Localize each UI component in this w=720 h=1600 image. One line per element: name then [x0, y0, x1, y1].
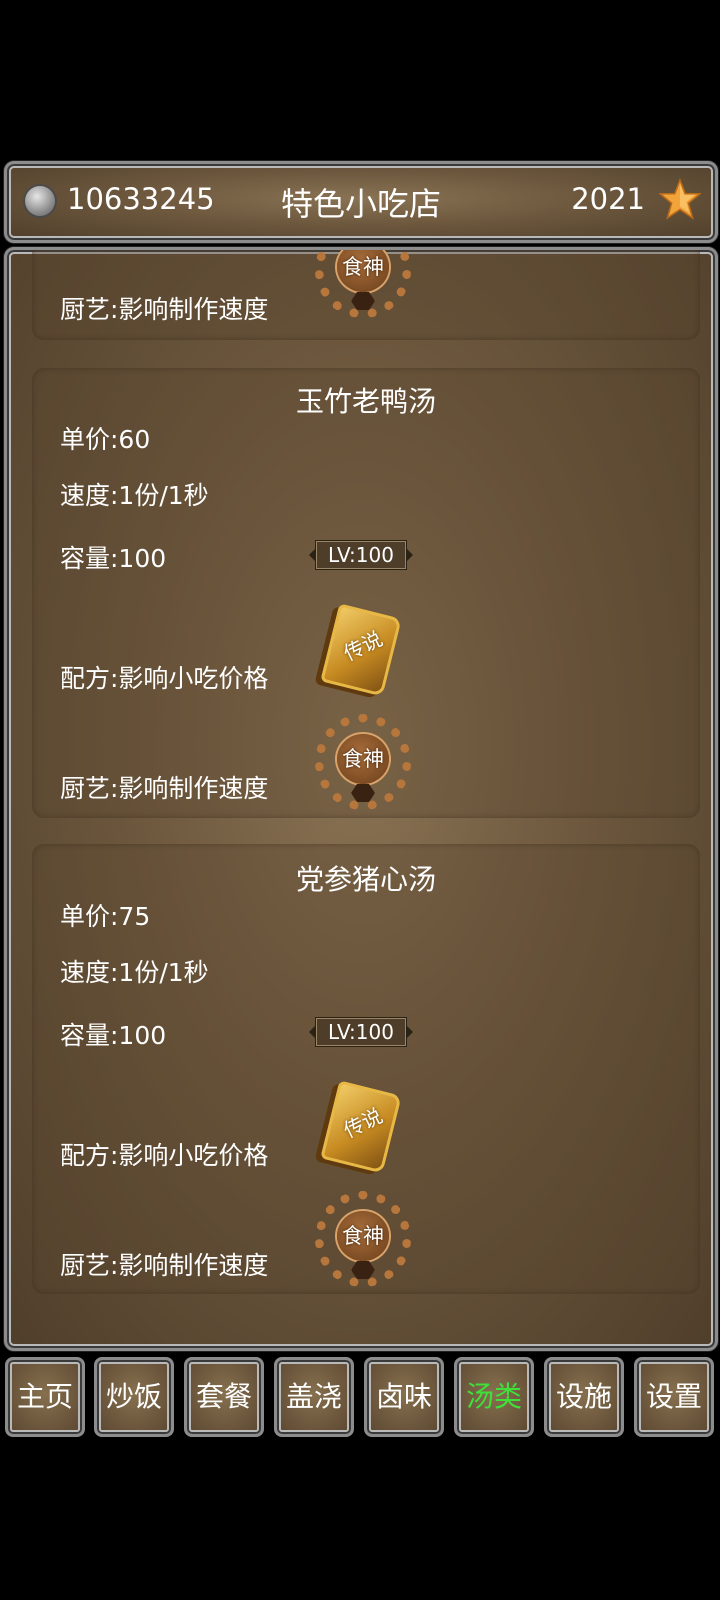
recipe-text: 配方:影响小吃价格 — [60, 664, 269, 693]
nav-tab-settings[interactable]: 设置 — [634, 1357, 714, 1437]
chef-wreath-badge: 食神 — [315, 250, 411, 318]
star-icon — [659, 178, 701, 220]
speed-text: 速度:1份/1秒 — [60, 958, 209, 987]
nav-tab-home[interactable]: 主页 — [5, 1357, 85, 1437]
legend-recipe-book-icon[interactable]: 传说 — [320, 1080, 402, 1174]
nav-tab-soup[interactable]: 汤类 — [454, 1357, 534, 1437]
price-text: 单价:75 — [60, 902, 151, 931]
soup-name: 党参猪心汤 — [295, 863, 436, 896]
nav-tab-rice-bowl[interactable]: 盖浇 — [274, 1357, 354, 1437]
chef-badge-label: 食神 — [342, 747, 384, 771]
level-badge[interactable]: LV:100 — [309, 540, 413, 570]
soup-card: 玉竹老鸭汤 单价:60 速度:1份/1秒 容量:100 LV:100 配方:影响… — [32, 368, 700, 818]
chef-wreath-badge[interactable]: 食神 — [315, 714, 411, 810]
chef-badge-label: 食神 — [342, 255, 384, 279]
chef-badge-label: 食神 — [342, 1224, 384, 1248]
capacity-text: 容量:100 — [60, 1021, 167, 1050]
recipe-badge-label: 传说 — [339, 1103, 387, 1143]
chef-wreath-badge[interactable]: 食神 — [315, 1191, 411, 1287]
legend-recipe-book-icon[interactable]: 传说 — [320, 603, 402, 697]
skill-text: 厨艺:影响制作速度 — [60, 1251, 269, 1280]
price-text: 单价:60 — [60, 425, 151, 454]
nav-tab-facilities[interactable]: 设施 — [544, 1357, 624, 1437]
nav-tab-fried-rice[interactable]: 炒饭 — [94, 1357, 174, 1437]
skill-text: 厨艺:影响制作速度 — [60, 295, 269, 324]
recipe-text: 配方:影响小吃价格 — [60, 1141, 269, 1170]
soup-card: 厨艺:影响制作速度 食神 — [32, 250, 700, 340]
nav-tab-set-meal[interactable]: 套餐 — [184, 1357, 264, 1437]
nav-tab-braised[interactable]: 卤味 — [364, 1357, 444, 1437]
capacity-text: 容量:100 — [60, 544, 167, 573]
level-badge[interactable]: LV:100 — [309, 1017, 413, 1047]
soup-name: 玉竹老鸭汤 — [295, 385, 436, 418]
skill-text: 厨艺:影响制作速度 — [60, 774, 269, 803]
soup-card: 党参猪心汤 单价:75 速度:1份/1秒 容量:100 LV:100 配方:影响… — [32, 844, 700, 1294]
recipe-badge-label: 传说 — [339, 626, 387, 666]
header-bar: 10633245 特色小吃店 2021 — [4, 161, 718, 243]
soup-list-panel[interactable]: 厨艺:影响制作速度 食神 玉竹老鸭汤 单价:60 速度:1份/1秒 容量:100… — [4, 247, 718, 1351]
speed-text: 速度:1份/1秒 — [60, 481, 209, 510]
star-count: 2021 — [571, 182, 645, 216]
